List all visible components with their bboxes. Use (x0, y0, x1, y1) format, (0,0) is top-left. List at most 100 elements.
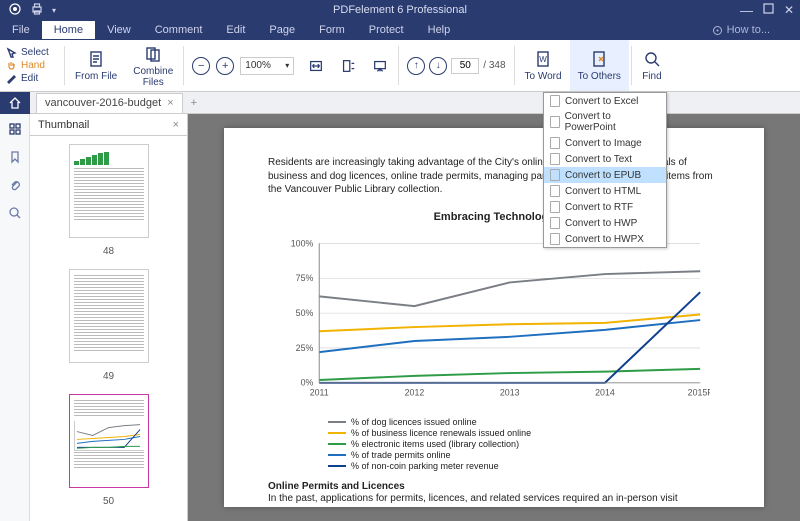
menu-edit[interactable]: Edit (214, 21, 257, 39)
to-others-button[interactable]: To Others (570, 40, 629, 91)
menu-file[interactable]: File (0, 21, 42, 39)
maximize-button[interactable] (763, 3, 774, 17)
svg-text:W: W (539, 55, 547, 64)
dropdown-item[interactable]: Convert to HWP (544, 215, 666, 231)
title-bar: ▾ PDFelement 6 Professional — ✕ (0, 0, 800, 20)
svg-text:0%: 0% (301, 377, 314, 387)
file-icon (550, 185, 560, 197)
svg-text:25%: 25% (296, 342, 314, 352)
svg-text:100%: 100% (291, 238, 314, 248)
to-others-dropdown[interactable]: Convert to ExcelConvert to PowerPointCon… (543, 92, 667, 248)
attachments-icon[interactable] (8, 178, 22, 192)
menu-view[interactable]: View (95, 21, 143, 39)
page-view: Residents are increasingly taking advant… (224, 128, 764, 507)
file-icon (550, 233, 560, 245)
dropdown-item[interactable]: Convert to Image (544, 135, 666, 151)
find-button[interactable]: Find (634, 40, 670, 91)
document-canvas[interactable]: Residents are increasingly taking advant… (188, 114, 800, 521)
presentation-button[interactable] (364, 40, 396, 91)
file-icon (550, 169, 560, 181)
thumbnail-panel-title: Thumbnail (38, 119, 89, 131)
to-word-button[interactable]: W To Word (517, 40, 570, 91)
svg-text:2013: 2013 (500, 387, 520, 397)
thumbnail-label: 49 (103, 371, 114, 382)
fit-width-button[interactable] (300, 40, 332, 91)
from-file-button[interactable]: From File (67, 40, 125, 91)
zoom-in-button[interactable]: + (216, 57, 234, 75)
file-icon (550, 217, 560, 229)
select-mode[interactable]: Select (6, 47, 56, 58)
thumbnail[interactable] (69, 144, 149, 238)
page-total: / 348 (483, 60, 505, 71)
home-tab[interactable] (0, 92, 30, 114)
legend-item: % of dog licences issued online (328, 417, 720, 427)
legend-item: % of business licence renewals issued on… (328, 428, 720, 438)
prev-page-button[interactable]: ↑ (407, 57, 425, 75)
file-icon (550, 137, 560, 149)
file-icon (550, 95, 560, 107)
svg-text:2011: 2011 (310, 387, 329, 397)
bookmarks-icon[interactable] (8, 150, 22, 164)
left-sidebar (0, 114, 30, 521)
file-icon (550, 201, 560, 213)
body-paragraph: In the past, applications for permits, l… (268, 492, 720, 506)
dropdown-item[interactable]: Convert to EPUB (544, 167, 666, 183)
zoom-group: − + 100%▾ (186, 40, 300, 91)
svg-text:75%: 75% (296, 273, 314, 283)
menu-form[interactable]: Form (307, 21, 357, 39)
chart-legend: % of dog licences issued online% of busi… (328, 417, 720, 471)
dropdown-caret-icon[interactable]: ▾ (52, 6, 56, 15)
minimize-button[interactable]: — (740, 3, 753, 18)
how-to-link[interactable]: How to... (712, 24, 800, 36)
page-number-input[interactable] (451, 58, 479, 74)
dropdown-item[interactable]: Convert to PowerPoint (544, 109, 666, 135)
dropdown-item[interactable]: Convert to Excel (544, 93, 666, 109)
menu-help[interactable]: Help (416, 21, 463, 39)
file-icon (550, 116, 560, 128)
dropdown-item[interactable]: Convert to Text (544, 151, 666, 167)
document-tab-bar: vancouver-2016-budget × + (0, 92, 800, 114)
thumbnail-panel: Thumbnail × 48 49 50 (30, 114, 188, 521)
chart: 0% 25% 50% 75% 100% 2011 2012 2013 2014 2015F (278, 229, 710, 409)
menu-comment[interactable]: Comment (143, 21, 215, 39)
edit-mode[interactable]: Edit (6, 73, 56, 84)
legend-item: % electronic items used (library collect… (328, 439, 720, 449)
dropdown-item[interactable]: Convert to HWPX (544, 231, 666, 247)
file-icon (550, 153, 560, 165)
menu-bar: FileHomeViewCommentEditPageFormProtectHe… (0, 20, 800, 40)
search-sidebar-icon[interactable] (8, 206, 22, 220)
dropdown-item[interactable]: Convert to HTML (544, 183, 666, 199)
thumbnail-label: 48 (103, 246, 114, 257)
document-tab-label: vancouver-2016-budget (45, 97, 161, 109)
document-tab[interactable]: vancouver-2016-budget × (36, 93, 183, 113)
app-logo-icon (8, 2, 22, 19)
svg-text:2012: 2012 (405, 387, 425, 397)
fit-page-button[interactable] (332, 40, 364, 91)
thumbnail[interactable] (69, 269, 149, 363)
thumbnail-label: 50 (103, 496, 114, 507)
ribbon-mode-group: Select Hand Edit (0, 40, 62, 91)
zoom-level-select[interactable]: 100%▾ (240, 57, 294, 75)
svg-text:50%: 50% (296, 308, 314, 318)
legend-item: % of trade permits online (328, 450, 720, 460)
print-icon[interactable] (30, 2, 44, 19)
zoom-out-button[interactable]: − (192, 57, 210, 75)
section-title: Online Permits and Licences (268, 481, 720, 492)
close-tab-icon[interactable]: × (167, 97, 173, 109)
thumbnails-icon[interactable] (8, 122, 22, 136)
svg-text:2014: 2014 (595, 387, 615, 397)
next-page-button[interactable]: ↓ (429, 57, 447, 75)
menu-page[interactable]: Page (257, 21, 307, 39)
close-thumbnail-panel-icon[interactable]: × (173, 119, 179, 131)
svg-text:2015F: 2015F (688, 387, 710, 397)
menu-protect[interactable]: Protect (357, 21, 416, 39)
menu-home[interactable]: Home (42, 21, 95, 39)
close-button[interactable]: ✕ (784, 3, 794, 17)
dropdown-item[interactable]: Convert to RTF (544, 199, 666, 215)
hand-mode[interactable]: Hand (6, 60, 56, 71)
new-tab-button[interactable]: + (191, 97, 197, 109)
thumbnail[interactable] (69, 394, 149, 488)
main-area: Thumbnail × 48 49 50 Residents are increas… (0, 114, 800, 521)
combine-files-button[interactable]: Combine Files (125, 40, 181, 91)
app-title: PDFelement 6 Professional (333, 4, 467, 16)
